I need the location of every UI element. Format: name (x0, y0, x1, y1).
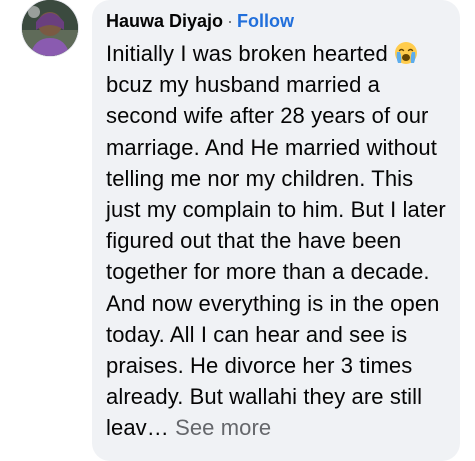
see-more-link[interactable]: See more (175, 415, 271, 440)
avatar[interactable] (22, 0, 78, 56)
crying-face-icon (395, 42, 418, 64)
follow-button[interactable]: Follow (237, 11, 294, 31)
comment-header: Hauwa Diyajo · Follow (106, 9, 446, 33)
comment: Hauwa Diyajo · Follow Initially I was brok… (0, 0, 475, 461)
comment-body: Initially I was broken hearted bcuz my h… (106, 38, 446, 444)
separator-dot: · (227, 11, 234, 31)
comment-text-start: Initially I was broken hearted (106, 41, 395, 66)
comment-bubble: Hauwa Diyajo · Follow Initially I was brok… (92, 0, 460, 461)
comment-text-rest: bcuz my husband married a second wife af… (106, 72, 446, 441)
author-name[interactable]: Hauwa Diyajo (106, 11, 223, 31)
profile-photo-icon (22, 0, 78, 56)
